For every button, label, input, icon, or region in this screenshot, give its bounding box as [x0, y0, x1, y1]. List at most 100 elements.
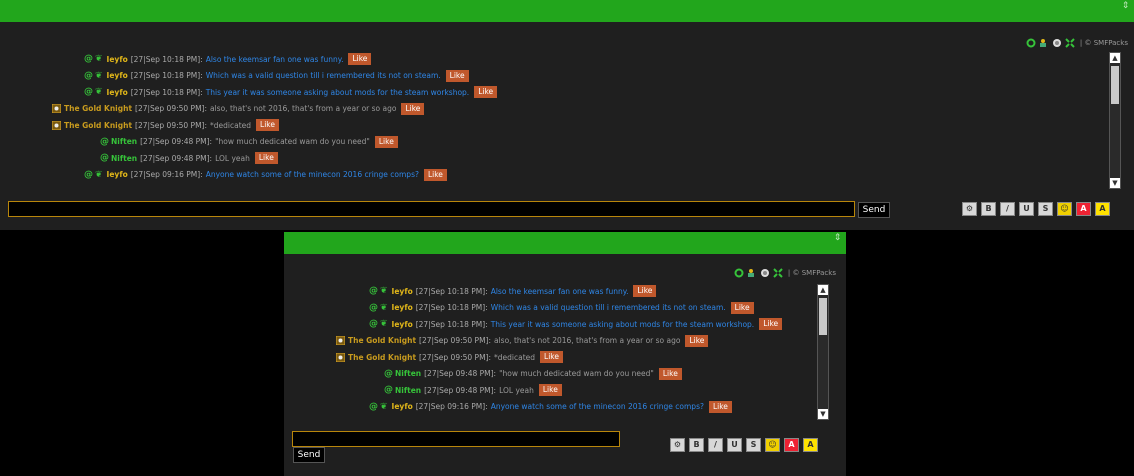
- like-button[interactable]: Like: [759, 318, 783, 330]
- expand-icon[interactable]: [1065, 38, 1075, 48]
- username-link[interactable]: The Gold Knight: [64, 104, 132, 113]
- username-link[interactable]: Ieyfo: [392, 320, 413, 329]
- send-button[interactable]: Send: [858, 202, 890, 218]
- scroll-up-arrow[interactable]: ▲: [818, 285, 828, 295]
- users-icon[interactable]: [747, 268, 757, 278]
- color-picker-button[interactable]: ⚙: [962, 202, 977, 216]
- message-text: This year it was someone asking about mo…: [205, 87, 470, 97]
- like-button[interactable]: Like: [445, 69, 469, 82]
- scroll-down-arrow[interactable]: ▼: [1110, 178, 1120, 188]
- like-button[interactable]: Like: [658, 367, 682, 380]
- like-button[interactable]: Like: [708, 400, 732, 413]
- mention-icon[interactable]: @: [369, 402, 378, 412]
- mention-icon[interactable]: @: [100, 153, 109, 163]
- scroll-down-arrow[interactable]: ▼: [818, 409, 828, 419]
- highlight-button[interactable]: A: [803, 438, 818, 452]
- format-toolbar: ⚙ B / U S ☺ A A: [670, 438, 818, 452]
- username-link[interactable]: The Gold Knight: [348, 353, 416, 362]
- username-link[interactable]: Ieyfo: [392, 402, 413, 411]
- refresh-icon[interactable]: [734, 268, 744, 278]
- message-row: The Gold Knight [27|Sep 09:50 PM]: *dedica…: [335, 350, 563, 364]
- color-picker-button[interactable]: ⚙: [670, 438, 685, 452]
- message-input[interactable]: [8, 201, 855, 217]
- username-link[interactable]: Niften: [111, 137, 137, 146]
- italic-button[interactable]: /: [708, 438, 723, 452]
- mention-icon[interactable]: @: [369, 303, 378, 313]
- username-link[interactable]: The Gold Knight: [64, 121, 132, 130]
- like-button[interactable]: Like: [633, 285, 657, 297]
- username-link[interactable]: Ieyfo: [107, 170, 128, 179]
- timestamp: [27|Sep 09:16 PM]:: [415, 402, 488, 411]
- font-color-button[interactable]: A: [1076, 202, 1091, 216]
- like-button[interactable]: Like: [401, 102, 425, 115]
- like-button[interactable]: Like: [538, 384, 562, 396]
- message-text: Anyone watch some of the minecon 2016 cr…: [490, 402, 704, 411]
- username-link[interactable]: Niften: [395, 386, 421, 395]
- underline-button[interactable]: U: [1019, 202, 1034, 216]
- mention-icon[interactable]: @: [84, 71, 93, 81]
- username-link[interactable]: Ieyfo: [392, 287, 413, 296]
- like-button[interactable]: Like: [256, 119, 279, 131]
- underline-button[interactable]: U: [727, 438, 742, 452]
- expand-icon[interactable]: [773, 268, 783, 278]
- strikethrough-button[interactable]: S: [746, 438, 761, 452]
- collapse-icon[interactable]: ⇕: [1121, 2, 1130, 15]
- history-icon[interactable]: [1052, 38, 1062, 48]
- mention-icon[interactable]: @: [384, 369, 393, 379]
- like-button[interactable]: Like: [423, 168, 447, 181]
- username-link[interactable]: Niften: [395, 369, 421, 378]
- like-button[interactable]: Like: [254, 152, 278, 164]
- scroll-thumb[interactable]: [1111, 66, 1119, 104]
- mention-icon[interactable]: @: [384, 385, 393, 395]
- emoticon-button[interactable]: ☺: [1057, 202, 1072, 216]
- refresh-icon[interactable]: [1026, 38, 1036, 48]
- strikethrough-button[interactable]: S: [1038, 202, 1053, 216]
- mention-icon[interactable]: @: [369, 319, 378, 329]
- timestamp: [27|Sep 09:50 PM]:: [419, 336, 491, 345]
- message-row: @ ❦ Ieyfo [27|Sep 10:18 PM]: Also the keemsa…: [369, 284, 657, 298]
- mention-icon[interactable]: @: [84, 87, 93, 97]
- mention-icon[interactable]: @: [84, 54, 93, 64]
- send-button[interactable]: Send: [293, 447, 325, 463]
- mention-icon[interactable]: @: [100, 137, 109, 147]
- timestamp: [27|Sep 10:18 PM]:: [130, 87, 203, 97]
- mention-icon[interactable]: @: [84, 170, 93, 180]
- like-button[interactable]: Like: [374, 135, 398, 148]
- bold-button[interactable]: B: [981, 202, 996, 216]
- username-link[interactable]: Niften: [111, 154, 137, 163]
- message-row: The Gold Knight [27|Sep 09:50 PM]: also, t…: [335, 334, 709, 348]
- like-button[interactable]: Like: [474, 86, 498, 98]
- like-button[interactable]: Like: [730, 301, 754, 314]
- format-toolbar: ⚙ B / U S ☺ A A: [962, 202, 1110, 216]
- italic-button[interactable]: /: [1000, 202, 1015, 216]
- highlight-button[interactable]: A: [1095, 202, 1110, 216]
- history-icon[interactable]: [760, 268, 770, 278]
- bold-button[interactable]: B: [689, 438, 704, 452]
- scroll-up-arrow[interactable]: ▲: [1110, 53, 1120, 63]
- message-text: also, that's not 2016, that's from a yea…: [210, 104, 397, 113]
- mention-icon[interactable]: @: [369, 286, 378, 296]
- like-button[interactable]: Like: [348, 53, 372, 65]
- message-input[interactable]: [292, 431, 620, 447]
- scroll-thumb[interactable]: [819, 298, 827, 335]
- username-link[interactable]: Ieyfo: [392, 303, 413, 312]
- like-button[interactable]: Like: [540, 351, 563, 363]
- users-icon[interactable]: [1039, 38, 1049, 48]
- message-text: "how much dedicated wam do you need": [499, 369, 654, 378]
- username-link[interactable]: Ieyfo: [107, 88, 128, 97]
- username-link[interactable]: Ieyfo: [107, 55, 128, 64]
- username-link[interactable]: The Gold Knight: [348, 336, 416, 345]
- font-color-button[interactable]: A: [784, 438, 799, 452]
- leaf-icon: ❦: [380, 286, 388, 296]
- username-link[interactable]: Ieyfo: [107, 71, 128, 80]
- timestamp: [27|Sep 09:16 PM]:: [130, 170, 203, 179]
- timestamp: [27|Sep 10:18 PM]:: [415, 303, 488, 312]
- collapse-icon[interactable]: ⇕: [833, 234, 842, 247]
- message-scrollbar[interactable]: ▲ ▼: [1109, 52, 1121, 189]
- emoticon-button[interactable]: ☺: [765, 438, 780, 452]
- message-scrollbar[interactable]: ▲ ▼: [817, 284, 829, 420]
- like-button[interactable]: Like: [685, 334, 709, 347]
- message-text: LOL yeah: [215, 153, 250, 163]
- message-row: @ ❦ Ieyfo [27|Sep 10:18 PM]: Which was a val…: [369, 301, 754, 315]
- knight-badge-icon: [335, 335, 346, 346]
